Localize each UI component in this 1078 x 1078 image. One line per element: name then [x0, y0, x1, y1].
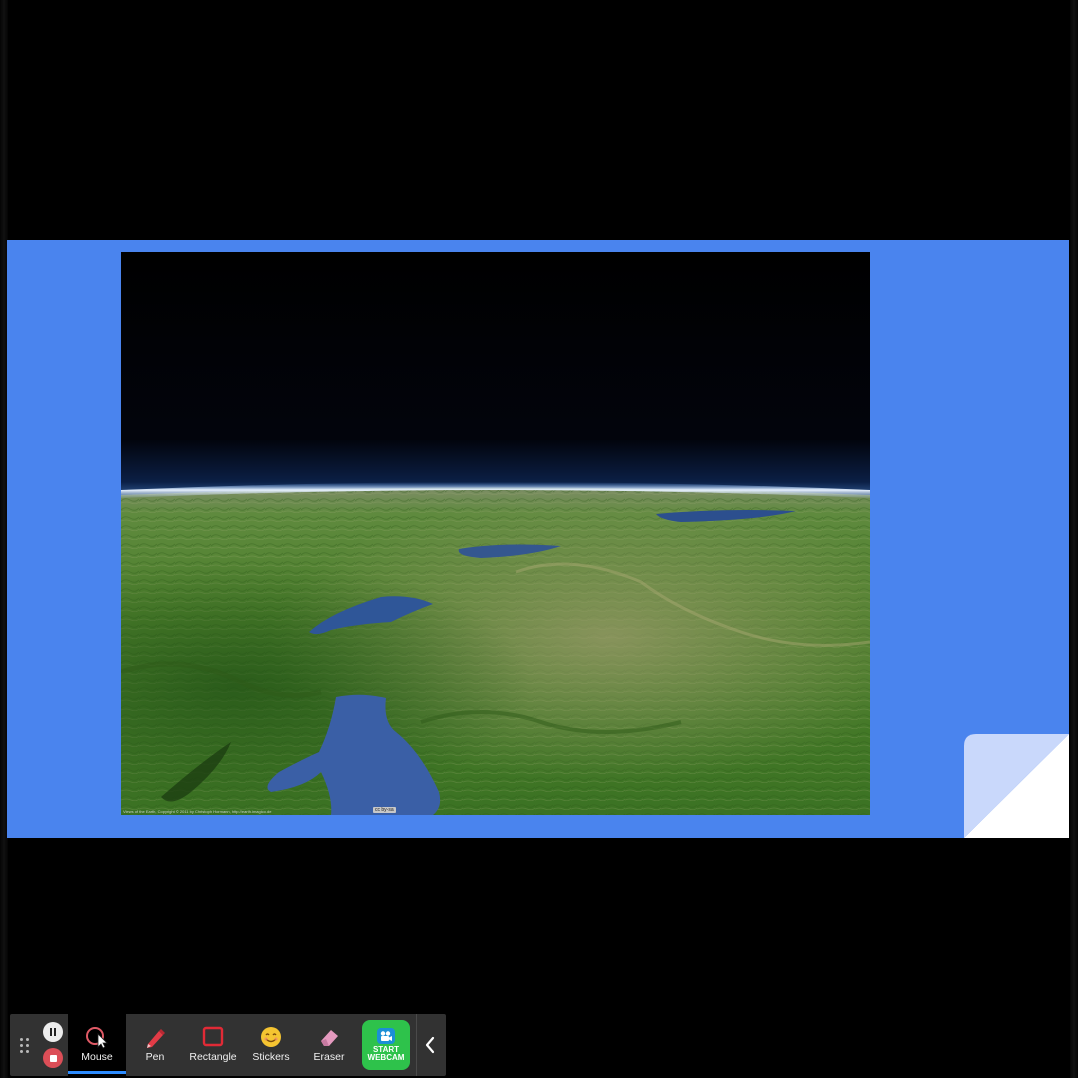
pen-icon	[142, 1025, 168, 1049]
mouse-cursor-icon	[84, 1025, 110, 1049]
stop-icon	[49, 1054, 57, 1062]
presentation-slide: Views of the Earth, Copyright © 2011 by …	[7, 240, 1069, 838]
pause-icon	[50, 1028, 52, 1036]
start-webcam-button[interactable]: START WEBCAM	[362, 1020, 410, 1070]
rectangle-icon	[200, 1025, 226, 1049]
tool-mouse-label: Mouse	[81, 1051, 113, 1063]
photo-credit: Views of the Earth, Copyright © 2011 by …	[123, 809, 272, 814]
tool-eraser-label: Eraser	[313, 1051, 345, 1063]
pause-button[interactable]	[43, 1022, 63, 1042]
tool-eraser[interactable]: Eraser	[300, 1014, 358, 1076]
recording-controls	[38, 1014, 68, 1076]
earth-photo: Views of the Earth, Copyright © 2011 by …	[121, 252, 870, 815]
license-badge: cc by-sa	[373, 807, 396, 813]
tool-rectangle-label: Rectangle	[189, 1051, 237, 1063]
tool-stickers-label: Stickers	[252, 1051, 290, 1063]
drag-handle-icon[interactable]	[10, 1014, 38, 1076]
tool-stickers[interactable]: Stickers	[242, 1014, 300, 1076]
webcam-icon	[377, 1028, 395, 1044]
earth-landscape-image	[121, 252, 870, 815]
tool-mouse[interactable]: Mouse	[68, 1014, 126, 1076]
screen-edge-right	[1070, 0, 1078, 1078]
annotation-toolbar: Mouse Pen Rectangle Stickers Eraser STAR…	[10, 1014, 446, 1076]
smiley-sticker-icon	[258, 1025, 284, 1049]
tool-pen-label: Pen	[145, 1051, 165, 1063]
start-webcam-label-line2: WEBCAM	[367, 1053, 405, 1062]
page-curl-corner[interactable]	[964, 734, 1069, 838]
tool-pen[interactable]: Pen	[126, 1014, 184, 1076]
collapse-toolbar-button[interactable]	[416, 1014, 443, 1076]
chevron-left-icon	[425, 1036, 435, 1054]
eraser-icon	[316, 1025, 342, 1049]
tool-rectangle[interactable]: Rectangle	[184, 1014, 242, 1076]
stop-button[interactable]	[43, 1048, 63, 1068]
